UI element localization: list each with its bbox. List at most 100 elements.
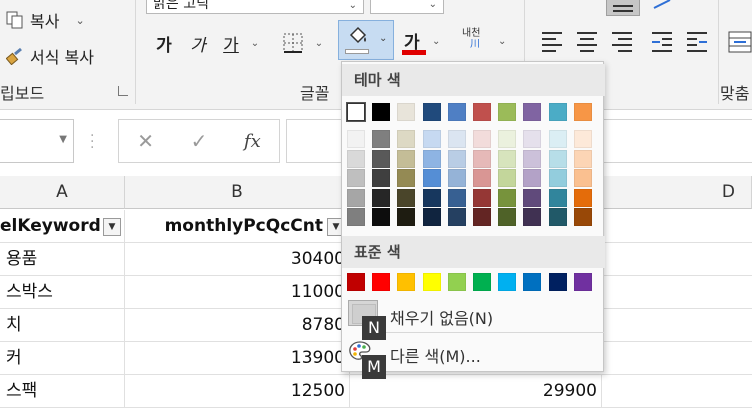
theme-color-swatch[interactable] bbox=[548, 103, 567, 121]
border-dropdown[interactable]: ⌄ bbox=[312, 30, 326, 56]
align-top-button[interactable] bbox=[606, 0, 640, 16]
theme-shade-swatch[interactable] bbox=[347, 149, 365, 168]
increase-indent-button[interactable] bbox=[685, 30, 711, 54]
format-painter-button[interactable]: 서식 복사 bbox=[6, 44, 94, 68]
cell-b[interactable]: 11000 bbox=[125, 276, 350, 309]
theme-shade-swatch[interactable] bbox=[548, 169, 567, 187]
theme-shade-swatch[interactable] bbox=[372, 188, 391, 207]
column-header-b[interactable]: B bbox=[125, 176, 350, 209]
formula-bar-resize-handle[interactable]: · · · bbox=[90, 129, 94, 155]
standard-color-swatch[interactable] bbox=[473, 273, 491, 291]
theme-shade-swatch[interactable] bbox=[498, 130, 517, 148]
theme-shade-swatch[interactable] bbox=[573, 130, 592, 148]
cell-a[interactable]: 치 bbox=[0, 309, 125, 342]
theme-shade-swatch[interactable] bbox=[372, 208, 391, 226]
theme-shade-swatch[interactable] bbox=[372, 130, 391, 148]
chevron-down-icon[interactable]: ▼ bbox=[59, 134, 67, 145]
theme-shade-swatch[interactable] bbox=[347, 208, 365, 226]
insert-function-icon[interactable]: fx bbox=[226, 131, 279, 152]
cell-a[interactable]: 용품 bbox=[0, 243, 125, 276]
chevron-down-icon[interactable]: ⌄ bbox=[75, 14, 84, 27]
bold-button[interactable]: 가 bbox=[152, 30, 176, 56]
chevron-down-icon[interactable]: ⌄ bbox=[498, 36, 506, 47]
enter-icon[interactable]: ✓ bbox=[172, 129, 225, 153]
underline-button[interactable]: 가 bbox=[218, 30, 244, 56]
theme-shade-swatch[interactable] bbox=[447, 188, 466, 207]
theme-shade-swatch[interactable] bbox=[523, 169, 542, 187]
theme-shade-swatch[interactable] bbox=[473, 149, 491, 168]
theme-shade-swatch[interactable] bbox=[397, 149, 416, 168]
cancel-icon[interactable]: ✕ bbox=[119, 129, 172, 153]
theme-shade-swatch[interactable] bbox=[523, 208, 542, 226]
theme-color-swatch[interactable] bbox=[573, 103, 592, 121]
theme-shade-swatch[interactable] bbox=[347, 130, 365, 148]
theme-shade-swatch[interactable] bbox=[573, 169, 592, 187]
border-button[interactable] bbox=[280, 30, 306, 56]
theme-color-swatch[interactable] bbox=[422, 103, 441, 121]
theme-shade-swatch[interactable] bbox=[397, 130, 416, 148]
standard-color-swatch[interactable] bbox=[347, 273, 365, 291]
name-box[interactable]: ▼ bbox=[0, 119, 74, 163]
theme-shade-swatch[interactable] bbox=[548, 188, 567, 207]
orientation-icon[interactable] bbox=[652, 0, 676, 10]
theme-shade-swatch[interactable] bbox=[397, 208, 416, 226]
font-size-select[interactable]: ⌄ bbox=[370, 0, 444, 14]
standard-color-swatch[interactable] bbox=[422, 273, 441, 291]
theme-shade-swatch[interactable] bbox=[447, 149, 466, 168]
cell-a[interactable]: 커 bbox=[0, 342, 125, 375]
theme-shade-swatch[interactable] bbox=[447, 208, 466, 226]
align-left-button[interactable] bbox=[540, 30, 566, 54]
theme-color-swatch[interactable] bbox=[473, 103, 491, 121]
theme-shade-swatch[interactable] bbox=[498, 208, 517, 226]
theme-shade-swatch[interactable] bbox=[498, 149, 517, 168]
header-cell-monthly-pc[interactable]: monthlyPcQcCnt bbox=[125, 210, 350, 243]
theme-shade-swatch[interactable] bbox=[397, 169, 416, 187]
standard-color-swatch[interactable] bbox=[548, 273, 567, 291]
theme-shade-swatch[interactable] bbox=[548, 149, 567, 168]
theme-shade-swatch[interactable] bbox=[447, 130, 466, 148]
theme-color-swatch[interactable] bbox=[372, 103, 391, 121]
theme-shade-swatch[interactable] bbox=[548, 208, 567, 226]
theme-shade-swatch[interactable] bbox=[473, 188, 491, 207]
standard-color-swatch[interactable] bbox=[573, 273, 592, 291]
theme-shade-swatch[interactable] bbox=[473, 130, 491, 148]
font-color-button[interactable]: 가 ⌄ bbox=[400, 28, 440, 58]
theme-shade-swatch[interactable] bbox=[573, 188, 592, 207]
theme-shade-swatch[interactable] bbox=[523, 149, 542, 168]
cell-d[interactable]: 29900 bbox=[350, 375, 602, 408]
theme-color-swatch[interactable] bbox=[346, 102, 366, 122]
align-right-button[interactable] bbox=[610, 30, 636, 54]
theme-color-swatch[interactable] bbox=[447, 103, 466, 121]
font-name-select[interactable]: 맑은 고딕 ⌄ bbox=[146, 0, 364, 14]
column-header-a[interactable]: A bbox=[0, 176, 125, 209]
theme-color-swatch[interactable] bbox=[523, 103, 542, 121]
cell-b[interactable]: 30400 bbox=[125, 243, 350, 276]
theme-shade-swatch[interactable] bbox=[422, 188, 441, 207]
fill-color-button[interactable]: ⌄ bbox=[338, 20, 394, 60]
theme-shade-swatch[interactable] bbox=[473, 169, 491, 187]
theme-shade-swatch[interactable] bbox=[422, 149, 441, 168]
clipboard-dialog-launcher[interactable] bbox=[118, 86, 128, 96]
theme-shade-swatch[interactable] bbox=[372, 169, 391, 187]
theme-shade-swatch[interactable] bbox=[422, 169, 441, 187]
theme-shade-swatch[interactable] bbox=[447, 169, 466, 187]
cell-a[interactable]: 스박스 bbox=[0, 276, 125, 309]
theme-shade-swatch[interactable] bbox=[573, 208, 592, 226]
theme-color-swatch[interactable] bbox=[397, 103, 416, 121]
theme-shade-swatch[interactable] bbox=[573, 149, 592, 168]
decrease-indent-button[interactable] bbox=[650, 30, 676, 54]
copy-button[interactable]: 복사 ⌄ bbox=[6, 8, 85, 32]
theme-shade-swatch[interactable] bbox=[498, 169, 517, 187]
standard-color-swatch[interactable] bbox=[498, 273, 517, 291]
theme-shade-swatch[interactable] bbox=[372, 149, 391, 168]
cell-a[interactable]: 스팩 bbox=[0, 375, 125, 408]
italic-button[interactable]: 가 bbox=[186, 30, 210, 56]
phonetic-guide-button[interactable]: 내천 川 bbox=[462, 28, 480, 50]
theme-shade-swatch[interactable] bbox=[498, 188, 517, 207]
theme-color-swatch[interactable] bbox=[498, 103, 517, 121]
theme-shade-swatch[interactable] bbox=[347, 169, 365, 187]
theme-shade-swatch[interactable] bbox=[523, 130, 542, 148]
standard-color-swatch[interactable] bbox=[397, 273, 416, 291]
standard-color-swatch[interactable] bbox=[372, 273, 391, 291]
standard-color-swatch[interactable] bbox=[523, 273, 542, 291]
